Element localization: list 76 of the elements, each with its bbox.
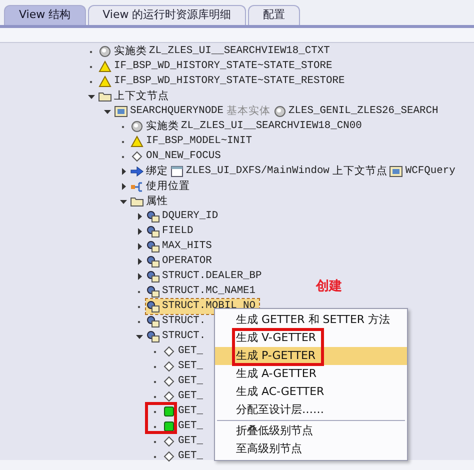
tree-item-text[interactable]: WCFQuery (405, 164, 456, 180)
diamond-icon (162, 375, 176, 388)
status-square-icon (162, 405, 176, 418)
tree-item-text[interactable]: ZL_ZLES_UI__SEARCHVIEW18_CN00 (181, 118, 362, 134)
folder-icon (98, 90, 112, 103)
attribute-icon (146, 270, 160, 283)
tree-item-text[interactable]: DQUERY_ID (162, 208, 218, 224)
circle-icon (272, 105, 287, 118)
tree-item-text[interactable]: 使用位置 (146, 178, 190, 194)
diamond-icon (162, 450, 176, 463)
tree-item-text[interactable]: 上下文节点 (114, 88, 169, 104)
menu-item[interactable]: 折叠低级别节点 (215, 422, 407, 440)
annotation-text: 创建 (316, 278, 342, 296)
arrow-icon (130, 165, 144, 178)
attribute-icon (146, 210, 160, 223)
diamond-icon (162, 360, 176, 373)
entity-icon (389, 165, 404, 178)
tree-item-text[interactable]: ON_NEW_FOCUS (146, 148, 221, 164)
menu-item[interactable]: 生成 A-GETTER (215, 365, 407, 383)
attribute-icon (146, 240, 160, 253)
tree-item-text[interactable]: STRUCT.MC_NAME1 (162, 284, 256, 300)
tree-item-text[interactable]: IF_BSP_WD_HISTORY_STATE~STATE_RESTORE (114, 74, 345, 90)
diamond-icon (162, 435, 176, 448)
tree-item-text[interactable]: STRUCT. (162, 314, 206, 330)
folder-icon (130, 195, 144, 208)
tree-item-text[interactable]: GET_ (178, 418, 203, 434)
attribute-icon (146, 315, 160, 328)
tab[interactable]: View 的运行时资源库明细 (88, 5, 246, 25)
circle-icon (98, 45, 112, 58)
tree-item-text[interactable]: 属性 (146, 194, 168, 210)
tree-item-text[interactable]: GET_ (178, 374, 203, 390)
tree-item-text[interactable]: 实施类 (146, 118, 179, 134)
warning-icon (98, 60, 112, 73)
menu-item[interactable]: 生成 AC-GETTER (215, 383, 407, 401)
menu-item[interactable]: 至高级别节点 (215, 440, 407, 458)
menu-item[interactable]: 生成 P-GETTER (215, 347, 407, 365)
tree-item-text[interactable]: GET_ (178, 344, 203, 360)
tree-item-text[interactable]: STRUCT. (162, 328, 206, 344)
tree-item-text[interactable]: ZL_ZLES_UI__SEARCHVIEW18_CTXT (149, 44, 330, 60)
tree-item-text[interactable]: STRUCT.DEALER_BP (162, 268, 262, 284)
tree-item-text[interactable]: 上下文节点 (332, 164, 388, 180)
attribute-icon (146, 330, 160, 343)
tree-item-text[interactable]: SET_ (178, 358, 203, 374)
tree-item-text[interactable]: OPERATOR (162, 254, 212, 270)
menu-item[interactable]: 分配至设计层…… (215, 401, 407, 419)
tree-item-text[interactable]: IF_BSP_MODEL~INIT (146, 134, 252, 150)
window-icon (170, 165, 184, 178)
tree-item-text[interactable]: GET_ (178, 388, 203, 404)
type-note: 基本实体 (226, 104, 271, 119)
tree-item-text[interactable]: SEARCHQUERYNODE (130, 104, 224, 120)
circle-icon (130, 120, 144, 133)
status-square-icon (162, 420, 176, 433)
tree-item-text[interactable]: IF_BSP_WD_HISTORY_STATE~STATE_STORE (114, 58, 332, 74)
tree-item-text[interactable]: FIELD (162, 224, 194, 240)
diamond-icon (162, 390, 176, 403)
menu-item[interactable]: 生成 V-GETTER (215, 329, 407, 347)
attribute-icon (146, 225, 160, 238)
tab[interactable]: 配置 (248, 5, 300, 25)
tree-item-text[interactable]: GET_ (178, 434, 203, 450)
diamond-icon (162, 345, 176, 358)
tree-item-text[interactable]: MAX_HITS (162, 238, 212, 254)
tab[interactable]: View 结构 (4, 5, 86, 25)
tree-item-text[interactable]: 绑定 (146, 164, 168, 180)
warning-icon (98, 75, 112, 88)
tree-item-text[interactable]: 实施类 (114, 44, 147, 60)
tree-item-text[interactable]: GET_ (178, 404, 203, 420)
tree-item-text[interactable]: GET_ (178, 448, 203, 464)
attribute-icon (146, 285, 160, 298)
attribute-icon (146, 300, 160, 313)
usage-icon (130, 180, 144, 193)
diamond-icon (130, 150, 144, 163)
attribute-icon (146, 255, 160, 268)
tree-item-text[interactable]: ZLES_UI_DXFS/MainWindow (186, 164, 330, 180)
entity-icon (114, 105, 128, 118)
warning-icon (130, 135, 144, 148)
tree-item-text[interactable]: ZLES_GENIL_ZLES26_SEARCH (288, 104, 438, 120)
